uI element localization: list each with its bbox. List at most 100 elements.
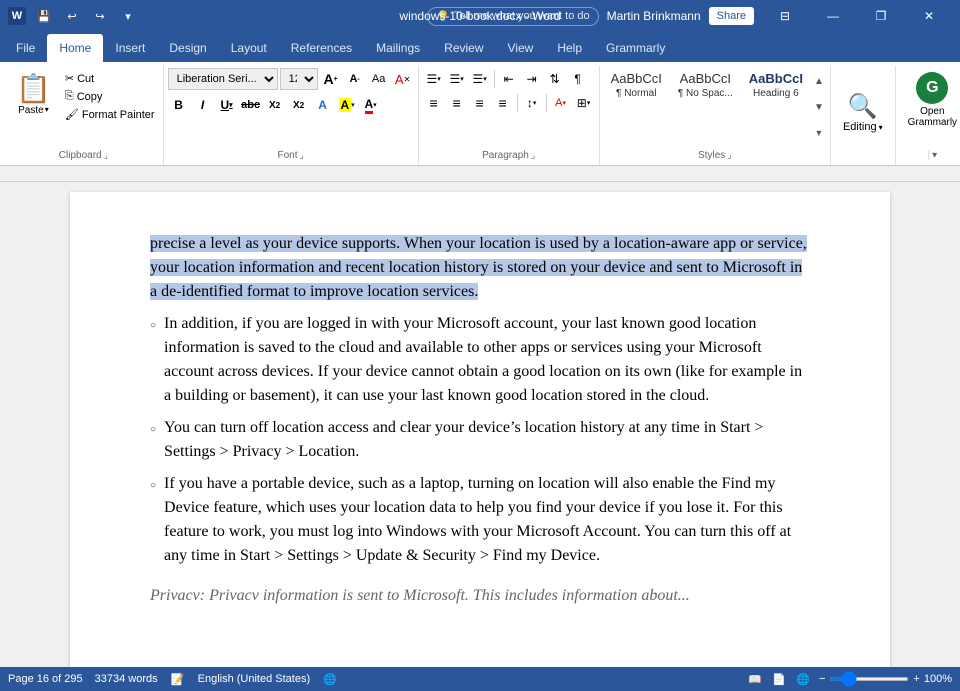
style-scroll-up-button[interactable]: ▲	[812, 68, 826, 94]
bullet3-content: If you have a portable device, such as a…	[164, 472, 810, 568]
tab-design[interactable]: Design	[157, 34, 218, 62]
tab-layout[interactable]: Layout	[219, 34, 279, 62]
highlight-color-button[interactable]: A▾	[336, 94, 358, 116]
font-family-select[interactable]: Liberation Seri...	[168, 68, 278, 90]
window-title: windows-10-book.docx - Word	[399, 9, 560, 23]
editing-icon: 🔍	[848, 92, 878, 121]
align-right-button[interactable]: ≡	[469, 92, 491, 114]
font-grow-button[interactable]: A+	[320, 68, 342, 90]
print-layout-icon[interactable]: 📄	[771, 671, 787, 687]
clipboard-small-buttons: ✂ Cut ⎘ Copy 🖌 Format Painter	[61, 70, 159, 123]
paragraph-expand-icon[interactable]: ⌟	[531, 150, 535, 161]
language-icon[interactable]: 🌐	[322, 671, 338, 687]
spell-check-icon[interactable]: 📝	[170, 671, 186, 687]
maximize-button[interactable]: ❐	[858, 0, 904, 32]
show-marks-button[interactable]: ¶	[567, 68, 589, 90]
clipboard-expand-icon[interactable]: ⌟	[104, 150, 108, 161]
list-item: ○ In addition, if you are logged in with…	[150, 312, 810, 408]
style-normal-label: ¶ Normal	[616, 88, 656, 99]
ribbon-tab-bar: File Home Insert Design Layout Reference…	[0, 32, 960, 62]
status-bar: Page 16 of 295 33734 words 📝 English (Un…	[0, 667, 960, 691]
minimize-button[interactable]: —	[810, 0, 856, 32]
window-controls: ⊟ — ❐ ✕	[762, 0, 952, 32]
italic-button[interactable]: I	[192, 94, 214, 116]
style-heading6[interactable]: AaBbCcI Heading 6	[742, 68, 810, 102]
customize-quick-access-button[interactable]: ▾	[116, 4, 140, 28]
superscript-button[interactable]: X2	[288, 94, 310, 116]
web-layout-icon[interactable]: 🌐	[795, 671, 811, 687]
style-no-spacing-label: ¶ No Spac...	[678, 88, 733, 99]
paragraph-group: ☰▾ ☰▾ ☰▾ ⇤ ⇥ ⇅ ¶ ≡ ≡ ≡ ≡ ↕▾ A▾ ⊞▾	[419, 66, 600, 165]
align-center-button[interactable]: ≡	[446, 92, 468, 114]
copy-button[interactable]: ⎘ Copy	[61, 88, 159, 105]
style-normal[interactable]: AaBbCcI ¶ Normal	[604, 68, 669, 102]
restore-down-button[interactable]: ⊟	[762, 0, 808, 32]
open-grammarly-button[interactable]: G OpenGrammarly	[900, 68, 960, 132]
tab-grammarly[interactable]: Grammarly	[594, 34, 677, 62]
tab-review[interactable]: Review	[432, 34, 495, 62]
bullet-icon: ○	[150, 422, 156, 437]
paste-dropdown-icon[interactable]: ▾	[45, 105, 49, 114]
tab-home[interactable]: Home	[47, 34, 103, 62]
read-mode-icon[interactable]: 📖	[747, 671, 763, 687]
tab-file[interactable]: File	[4, 34, 47, 62]
font-color-button[interactable]: A▾	[360, 94, 382, 116]
multilevel-list-button[interactable]: ☰▾	[469, 68, 491, 90]
style-heading6-preview: AaBbCcI	[749, 71, 803, 88]
paste-button[interactable]: 📋 Paste ▾	[8, 68, 59, 123]
close-button[interactable]: ✕	[906, 0, 952, 32]
format-painter-button[interactable]: 🖌 Format Painter	[61, 106, 159, 123]
strikethrough-button[interactable]: abc	[240, 94, 262, 116]
share-button[interactable]: Share	[709, 7, 754, 25]
styles-expand-icon[interactable]: ⌟	[727, 150, 731, 161]
document-area[interactable]: precise a level as your device supports.…	[0, 182, 960, 667]
grammarly-collapse-icon[interactable]: ▾	[932, 150, 937, 161]
style-more-button[interactable]: ▾	[812, 120, 826, 146]
editing-content: 🔍 Editing ▾	[835, 66, 891, 159]
font-size-select[interactable]: 12	[280, 68, 318, 90]
justify-button[interactable]: ≡	[492, 92, 514, 114]
text-effects-button[interactable]: A	[312, 94, 334, 116]
font-shrink-button[interactable]: A-	[344, 68, 366, 90]
underline-button[interactable]: U▾	[216, 94, 238, 116]
tab-insert[interactable]: Insert	[103, 34, 157, 62]
line-spacing-button[interactable]: ↕▾	[521, 92, 543, 114]
align-left-button[interactable]: ≡	[423, 92, 445, 114]
style-normal-preview: AaBbCcI	[611, 71, 662, 88]
tab-view[interactable]: View	[496, 34, 546, 62]
status-right: 📖 📄 🌐 − + 100%	[747, 671, 952, 687]
shading-button[interactable]: A▾	[550, 92, 572, 114]
undo-button[interactable]: ↩	[60, 4, 84, 28]
paragraph-row1: ☰▾ ☰▾ ☰▾ ⇤ ⇥ ⇅ ¶	[423, 68, 589, 90]
zoom-slider[interactable]	[829, 677, 909, 681]
bold-button[interactable]: B	[168, 94, 190, 116]
sort-button[interactable]: ⇅	[544, 68, 566, 90]
bullet-icon: ○	[150, 478, 156, 493]
editing-dropdown-icon[interactable]: ▾	[879, 123, 883, 132]
increase-indent-button[interactable]: ⇥	[521, 68, 543, 90]
open-grammarly-label: OpenGrammarly	[908, 106, 957, 128]
subscript-button[interactable]: X2	[264, 94, 286, 116]
decrease-indent-button[interactable]: ⇤	[498, 68, 520, 90]
ruler	[0, 166, 960, 182]
document-page: precise a level as your device supports.…	[70, 192, 890, 667]
save-button[interactable]: 💾	[32, 4, 56, 28]
tab-references[interactable]: References	[279, 34, 364, 62]
numbering-button[interactable]: ☰▾	[446, 68, 468, 90]
bullets-button[interactable]: ☰▾	[423, 68, 445, 90]
word-app-icon: W	[8, 7, 26, 25]
borders-button[interactable]: ⊞▾	[573, 92, 595, 114]
style-no-spacing[interactable]: AaBbCcI ¶ No Spac...	[671, 68, 740, 102]
tab-mailings[interactable]: Mailings	[364, 34, 432, 62]
styles-group: AaBbCcI ¶ Normal AaBbCcI ¶ No Spac... Aa…	[600, 66, 831, 165]
style-no-spacing-preview: AaBbCcI	[680, 71, 731, 88]
style-scroll-down-button[interactable]: ▼	[812, 94, 826, 120]
editing-button[interactable]: 🔍 Editing ▾	[835, 86, 891, 139]
font-expand-icon[interactable]: ⌟	[299, 150, 303, 161]
redo-button[interactable]: ↪	[88, 4, 112, 28]
clear-formatting-button[interactable]: A✕	[392, 68, 414, 90]
change-case-button[interactable]: Aa	[368, 68, 390, 90]
tab-help[interactable]: Help	[545, 34, 594, 62]
ribbon: 📋 Paste ▾ ✂ Cut ⎘ Copy	[0, 62, 960, 166]
cut-button[interactable]: ✂ Cut	[61, 70, 159, 87]
